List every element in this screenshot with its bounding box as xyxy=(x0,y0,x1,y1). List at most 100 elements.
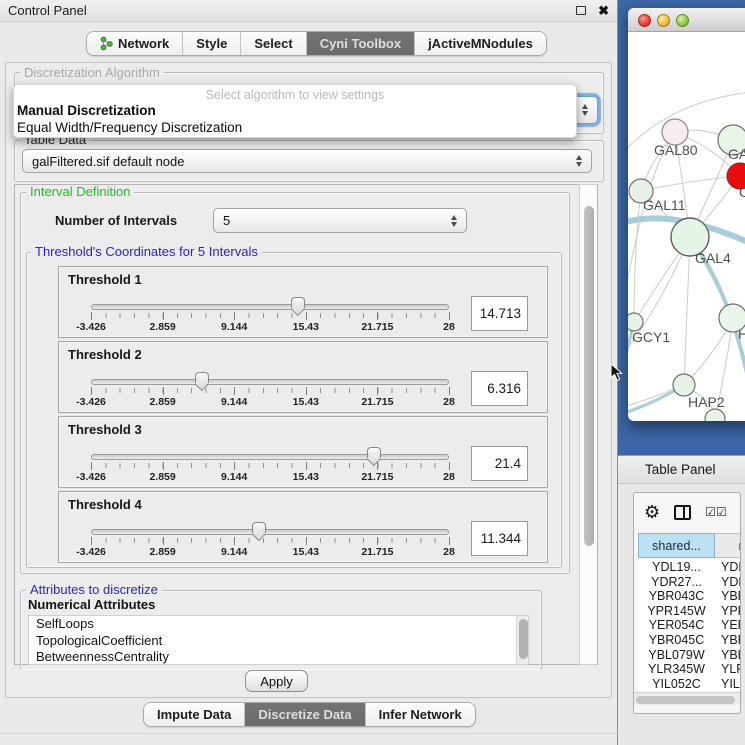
tab-discretize-data-label: Discretize Data xyxy=(258,707,351,722)
threshold-1-slider[interactable] xyxy=(91,304,449,310)
threshold-2-value-field[interactable]: 6.316 xyxy=(471,371,528,406)
column-header-name[interactable]: na xyxy=(715,533,741,558)
cell[interactable]: YER054C xyxy=(638,618,715,633)
cell[interactable]: YBR0 xyxy=(715,589,741,604)
gear-icon[interactable]: ⚙ xyxy=(644,503,660,521)
chevron-up-down-icon xyxy=(582,104,588,116)
threshold-4-slider[interactable] xyxy=(91,529,449,535)
list-item[interactable]: TopologicalCoefficient xyxy=(29,633,528,650)
threshold-2-slider-handle[interactable] xyxy=(195,372,209,383)
cell[interactable]: YDR2 xyxy=(715,575,741,590)
threshold-1-slider-handle[interactable] xyxy=(291,297,305,308)
tick-label: 15.43 xyxy=(293,546,319,558)
cell[interactable]: YDL1 xyxy=(715,560,741,575)
tick-label: -3.426 xyxy=(76,546,106,558)
node-partial[interactable] xyxy=(705,409,725,421)
tick-label: 15.43 xyxy=(293,396,319,408)
tab-select[interactable]: Select xyxy=(241,32,306,55)
threshold-3-value-field[interactable]: 21.4 xyxy=(471,446,528,481)
node-label: GA xyxy=(728,146,745,162)
threshold-2-slider[interactable] xyxy=(91,379,449,385)
close-icon[interactable]: ✖ xyxy=(598,4,609,17)
table-horizontal-scrollbar-thumb[interactable] xyxy=(636,696,735,704)
attributes-scrollbar[interactable] xyxy=(516,616,528,664)
cell[interactable]: YBL079W xyxy=(638,648,715,663)
table-row[interactable]: YBR043CYBR0 xyxy=(638,589,741,604)
traffic-light-minimize-icon[interactable] xyxy=(657,14,670,27)
traffic-light-zoom-icon[interactable] xyxy=(676,14,689,27)
threshold-panel-1: Threshold 1 -3.426 2.859 9.144 15.43 21.… xyxy=(58,266,548,338)
threshold-3-slider-handle[interactable] xyxy=(367,447,381,458)
table-row[interactable]: YDR27...YDR2 xyxy=(638,575,741,590)
tab-cyni-toolbox-label: Cyni Toolbox xyxy=(320,36,401,51)
cell[interactable]: YPR145W xyxy=(638,604,715,619)
tab-discretize-data[interactable]: Discretize Data xyxy=(245,703,365,726)
tick-label: 9.144 xyxy=(221,471,247,483)
cell[interactable]: YDR27... xyxy=(638,575,715,590)
tick-label: -3.426 xyxy=(76,396,106,408)
node-hap2[interactable] xyxy=(673,374,695,396)
network-canvas[interactable]: GAL80 GA C GAL11 GAL4 GCY1 H HAP2 xyxy=(628,33,745,421)
tab-select-label: Select xyxy=(254,36,292,51)
tick-label: 2.859 xyxy=(149,321,175,333)
threshold-4-value-field[interactable]: 11.344 xyxy=(471,521,528,556)
split-view-icon[interactable] xyxy=(674,505,691,520)
apply-button[interactable]: Apply xyxy=(245,670,308,692)
tab-style[interactable]: Style xyxy=(183,32,241,55)
tab-network[interactable]: Network xyxy=(87,32,183,55)
algorithm-option-equal-width[interactable]: Equal Width/Frequency Discretization xyxy=(14,119,576,136)
tab-impute-data[interactable]: Impute Data xyxy=(144,703,245,726)
table-row[interactable]: YER054CYER0 xyxy=(638,618,741,633)
table-row[interactable]: YBL079WYBL0 xyxy=(638,648,741,663)
table-row[interactable]: YDL19...YDL1 xyxy=(638,560,741,575)
algorithm-dropdown-popup: Select algorithm to view settings Manual… xyxy=(13,84,577,138)
cell[interactable]: YBL0 xyxy=(715,648,741,663)
cell[interactable]: YBR043C xyxy=(638,589,715,604)
cell[interactable]: YLR345W xyxy=(638,662,715,677)
node-label: C xyxy=(739,184,745,200)
table-row[interactable]: YPR145WYPR1 xyxy=(638,604,741,619)
num-intervals-value: 5 xyxy=(223,213,451,228)
tick-label: 2.859 xyxy=(149,471,175,483)
table-panel-inner: ⚙ ☑☑ shared... na YDL19...YDL1 YDR27...Y… xyxy=(633,492,741,714)
node-label: GCY1 xyxy=(632,329,670,345)
tab-style-label: Style xyxy=(196,36,227,51)
threshold-1-value-field[interactable]: 14.713 xyxy=(471,296,528,331)
num-intervals-combobox[interactable]: 5 xyxy=(213,208,467,233)
tick-label: 15.43 xyxy=(293,471,319,483)
top-tab-bar: Network Style Select Cyni Toolbox jActiv… xyxy=(86,31,547,56)
node-label: GAL80 xyxy=(654,142,698,158)
float-window-icon[interactable] xyxy=(576,6,586,15)
cell[interactable]: YPR1 xyxy=(715,604,741,619)
table-panel-title: Table Panel xyxy=(645,462,716,477)
table-row[interactable]: YLR345WYLR3 xyxy=(638,662,741,677)
tab-jactivemnodules[interactable]: jActiveMNodules xyxy=(415,32,546,55)
threshold-4-slider-handle[interactable] xyxy=(252,522,266,533)
algorithm-option-manual[interactable]: Manual Discretization xyxy=(14,102,576,119)
cell[interactable]: YLR3 xyxy=(715,662,741,677)
attributes-scrollbar-thumb[interactable] xyxy=(519,619,528,659)
cell[interactable]: YBR045C xyxy=(638,633,715,648)
cell[interactable]: YDL19... xyxy=(638,560,715,575)
settings-scrollbar[interactable] xyxy=(579,184,597,665)
table-data-combobox[interactable]: galFiltered.sif default node xyxy=(22,149,592,173)
list-item[interactable]: BetweennessCentrality xyxy=(29,649,528,665)
slider-ticks xyxy=(91,388,450,393)
traffic-light-close-icon[interactable] xyxy=(638,14,651,27)
threshold-2-label: Threshold 2 xyxy=(68,347,142,362)
column-header-shared-name[interactable]: shared... xyxy=(638,533,715,558)
tab-cyni-toolbox[interactable]: Cyni Toolbox xyxy=(307,32,415,55)
threshold-3-slider[interactable] xyxy=(91,454,449,460)
cell[interactable]: YBR0 xyxy=(715,633,741,648)
cell[interactable]: YIL052C xyxy=(638,677,715,692)
cell[interactable]: YIL0 xyxy=(715,677,741,692)
list-item[interactable]: SelfLoops xyxy=(29,616,528,633)
table-horizontal-scrollbar[interactable] xyxy=(634,692,740,705)
tab-infer-network[interactable]: Infer Network xyxy=(366,703,475,726)
settings-scrollbar-thumb[interactable] xyxy=(584,206,594,546)
network-view-window[interactable]: GAL80 GA C GAL11 GAL4 GCY1 H HAP2 xyxy=(628,8,745,421)
table-row[interactable]: YBR045CYBR0 xyxy=(638,633,741,648)
checkbox-icons[interactable]: ☑☑ xyxy=(705,505,727,519)
cell[interactable]: YER0 xyxy=(715,618,741,633)
table-row[interactable]: YIL052CYIL0 xyxy=(638,677,741,692)
